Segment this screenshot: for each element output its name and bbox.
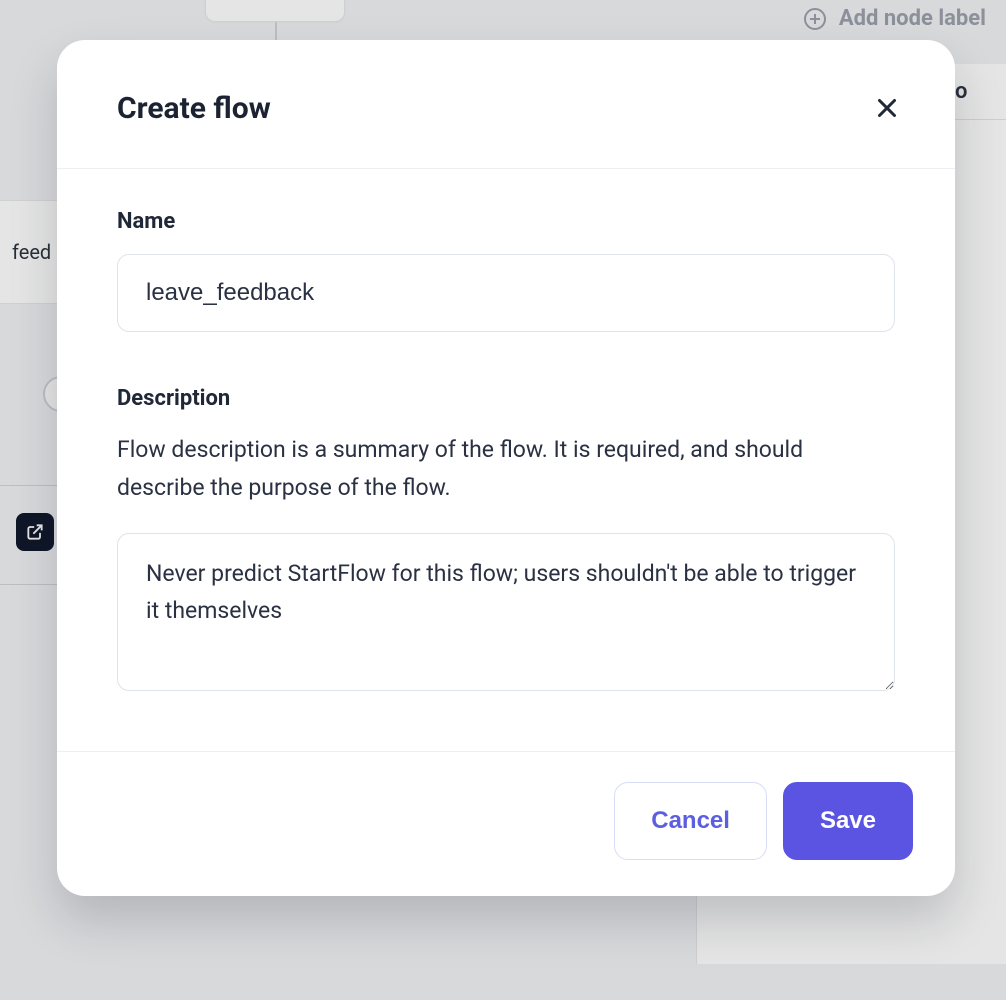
cancel-button[interactable]: Cancel	[614, 782, 767, 860]
description-help-text: Flow description is a summary of the flo…	[117, 431, 895, 507]
modal-header: Create flow	[57, 40, 955, 169]
description-label: Description	[117, 386, 895, 411]
name-field: Name	[117, 209, 895, 332]
modal-title: Create flow	[117, 91, 271, 126]
name-label: Name	[117, 209, 895, 234]
modal-footer: Cancel Save	[57, 751, 955, 896]
close-button[interactable]	[867, 88, 907, 128]
description-textarea[interactable]	[117, 533, 895, 691]
name-input[interactable]	[117, 254, 895, 332]
save-button[interactable]: Save	[783, 782, 913, 860]
close-icon	[872, 93, 902, 123]
description-field: Description Flow description is a summar…	[117, 386, 895, 695]
modal-body: Name Description Flow description is a s…	[57, 169, 955, 751]
create-flow-modal: Create flow Name Description Flow descri…	[57, 40, 955, 896]
